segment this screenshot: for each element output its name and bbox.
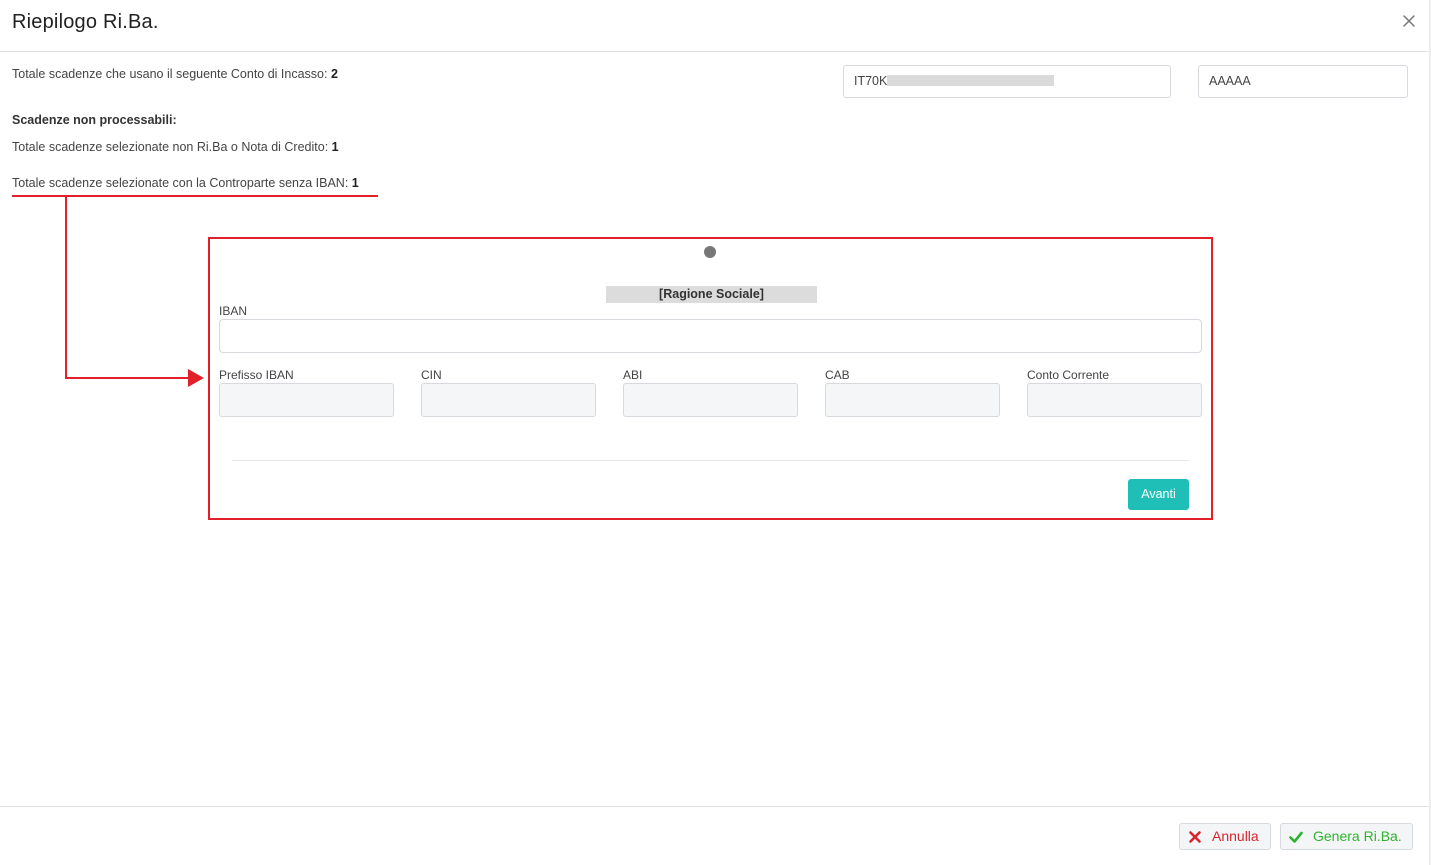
wizard-divider xyxy=(232,460,1189,461)
conto-corrente-input[interactable] xyxy=(1027,383,1202,417)
redacted-iban xyxy=(887,75,1055,87)
modal-title: Riepilogo Ri.Ba. xyxy=(12,11,159,33)
senza-iban-label: Totale scadenze selezionate con la Contr… xyxy=(12,176,349,190)
conto-corrente-label: Conto Corrente xyxy=(1027,368,1110,382)
prefisso-iban-input[interactable] xyxy=(219,383,394,417)
cab-input[interactable] xyxy=(825,383,1000,417)
step-indicator-dot xyxy=(704,246,716,258)
totale-incasso-value: 2 xyxy=(330,67,338,81)
annotation-arrow-vertical xyxy=(65,196,67,379)
x-icon xyxy=(1188,830,1202,844)
arrow-right-icon xyxy=(188,369,204,387)
senza-iban-value: 1 xyxy=(351,176,359,190)
ragione-sociale-label: [Ragione Sociale] xyxy=(606,286,817,303)
close-icon xyxy=(1403,15,1415,27)
senza-iban-line: Totale scadenze selezionate con la Contr… xyxy=(12,176,359,190)
non-riba-label: Totale scadenze selezionate non Ri.Ba o … xyxy=(12,140,329,154)
iban-display-field[interactable]: IT70K xyxy=(843,65,1171,98)
annulla-button[interactable]: Annulla xyxy=(1179,823,1271,850)
close-button[interactable] xyxy=(1401,13,1417,29)
account-code-field[interactable]: AAAAA xyxy=(1198,65,1408,98)
non-riba-value: 1 xyxy=(331,140,339,154)
check-icon xyxy=(1289,830,1303,844)
non-processabili-title: Scadenze non processabili: xyxy=(12,113,177,127)
totale-incasso-line: Totale scadenze che usano il seguente Co… xyxy=(12,67,338,81)
cab-label: CAB xyxy=(825,368,850,382)
prefisso-iban-label: Prefisso IBAN xyxy=(219,368,294,382)
non-riba-line: Totale scadenze selezionate non Ri.Ba o … xyxy=(12,140,339,154)
genera-riba-button[interactable]: Genera Ri.Ba. xyxy=(1280,823,1413,850)
iban-label: IBAN xyxy=(219,304,248,318)
modal-header: Riepilogo Ri.Ba. xyxy=(0,0,1431,52)
abi-input[interactable] xyxy=(623,383,798,417)
avanti-button[interactable]: Avanti xyxy=(1128,479,1189,510)
iban-prefix: IT70K xyxy=(854,74,888,88)
cin-input[interactable] xyxy=(421,383,596,417)
totale-incasso-label: Totale scadenze che usano il seguente Co… xyxy=(12,67,328,81)
genera-riba-label: Genera Ri.Ba. xyxy=(1313,828,1402,844)
iban-input[interactable] xyxy=(219,319,1202,353)
annulla-label: Annulla xyxy=(1212,828,1259,844)
abi-label: ABI xyxy=(623,368,643,382)
annotation-arrow-horizontal xyxy=(65,377,189,379)
cin-label: CIN xyxy=(421,368,442,382)
